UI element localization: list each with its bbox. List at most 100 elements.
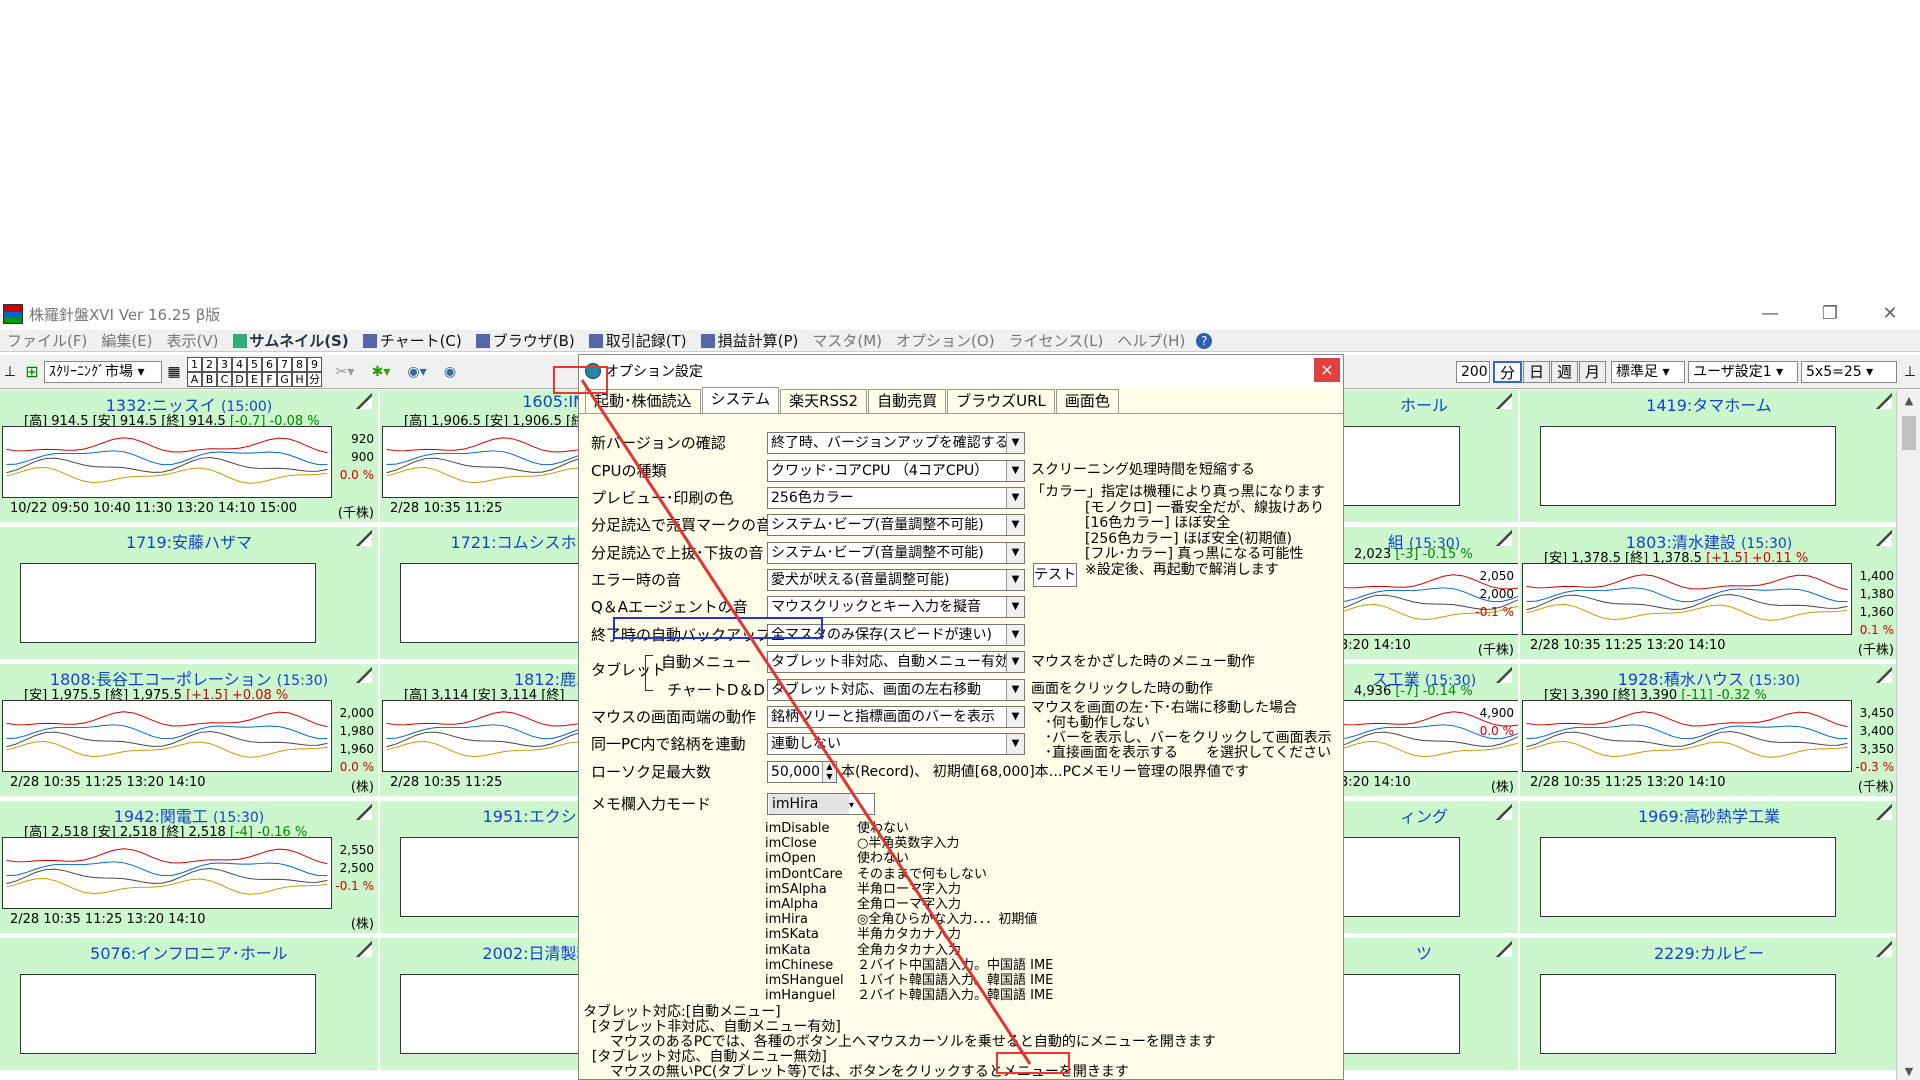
num-key[interactable]: 9	[307, 356, 322, 372]
dropdown-icon[interactable]: ▼	[1006, 707, 1024, 727]
globe-icon[interactable]: ◉▾	[404, 364, 430, 380]
stock-tile[interactable]: 組 (15:30) 2,023 [-3] -0.15 % 2,050 2,000 -0.…	[1330, 527, 1520, 661]
memo-dropdown-icon[interactable]: ▾	[849, 800, 854, 811]
minimize-button[interactable]: —	[1740, 298, 1800, 330]
menu-item-4[interactable]: チャート(C)	[356, 330, 469, 351]
period-button[interactable]: 月	[1578, 360, 1606, 383]
letter-key[interactable]: F	[262, 371, 277, 387]
tab-1[interactable]: システム	[701, 387, 780, 413]
letter-key[interactable]: E	[247, 371, 262, 387]
pin-right-icon[interactable]: ⊥	[1900, 364, 1920, 380]
num-key[interactable]: 2	[202, 356, 217, 372]
menu-item-6[interactable]: 取引記録(T)	[582, 330, 694, 351]
letter-key[interactable]: G	[277, 371, 292, 387]
dropdown-icon[interactable]: ▼	[1006, 597, 1024, 617]
pin-icon[interactable]: ⊥	[0, 364, 20, 380]
menu-item-11[interactable]: ヘルプ(H)	[1110, 330, 1192, 351]
stock-tile[interactable]: 1332:ニッスイ (15:00) [高] 914.5 [安] 914.5 [終]…	[0, 390, 380, 524]
stock-tile[interactable]: ホール	[1330, 390, 1520, 524]
dropdown-icon[interactable]: ▼	[1006, 734, 1024, 754]
num-key[interactable]: 4	[232, 356, 247, 372]
stock-tile[interactable]: 1942:関電工 (15:30) [高] 2,518 [安] 2,518 [終] …	[0, 801, 380, 935]
layout-select[interactable]: 5x5=25 ▾	[1801, 360, 1897, 383]
option-globe-icon[interactable]: ◉	[440, 364, 460, 380]
corner-icon[interactable]	[356, 393, 372, 409]
num-key[interactable]: 8	[292, 356, 307, 372]
letter-key[interactable]: 分	[307, 371, 322, 387]
num-key[interactable]: 7	[277, 356, 292, 372]
corner-icon[interactable]	[1496, 667, 1512, 683]
dialog-close-button[interactable]: ×	[1314, 358, 1340, 382]
dropdown-icon[interactable]: ▼	[1006, 461, 1024, 481]
test-button[interactable]: テスト	[1033, 563, 1077, 587]
setting-select[interactable]: 銘柄ツリーと指標画面のバーを表示 ▼	[767, 706, 1025, 728]
period-button[interactable]: 日	[1522, 360, 1550, 383]
candle-max-input[interactable]: 50,000 ▲ ▼	[767, 761, 837, 783]
corner-icon[interactable]	[1496, 530, 1512, 546]
dropdown-icon[interactable]: ▼	[1006, 488, 1024, 508]
corner-icon[interactable]	[1876, 393, 1892, 409]
vertical-scrollbar[interactable]: ▲ ▼	[1896, 390, 1920, 1080]
corner-icon[interactable]	[356, 667, 372, 683]
scroll-down-icon[interactable]: ▼	[1897, 1065, 1920, 1078]
add-icon[interactable]: ⊞	[20, 362, 44, 381]
memo-mode-select[interactable]: imHira ▾	[767, 793, 875, 815]
corner-icon[interactable]	[1496, 941, 1512, 957]
market-select[interactable]: ｽｸﾘｰﾆﾝｸﾞ市場 ▾	[44, 360, 162, 383]
cut-icon[interactable]: ✂▾	[332, 364, 358, 380]
setting-select[interactable]: タブレット非対応、自動メニュー有効 ▼	[767, 651, 1025, 673]
menu-item-10[interactable]: ライセンス(L)	[1002, 330, 1111, 351]
letter-key[interactable]: A	[187, 371, 202, 387]
grid-icon[interactable]: ▦	[165, 364, 183, 380]
setting-select[interactable]: 終了時、バージョンアップを確認する ▼	[767, 432, 1025, 454]
letter-key[interactable]: C	[217, 371, 232, 387]
stock-tile[interactable]: 1928:積水ハウス (15:30) [安] 3,390 [終] 3,390 [-…	[1520, 664, 1900, 798]
menu-item-8[interactable]: マスタ(M)	[805, 330, 889, 351]
menu-item-1[interactable]: 編集(E)	[94, 330, 159, 351]
dropdown-icon[interactable]: ▼	[1006, 433, 1024, 453]
dropdown-icon[interactable]: ▼	[1006, 543, 1024, 563]
scroll-up-icon[interactable]: ▲	[1897, 394, 1920, 407]
menu-item-9[interactable]: オプション(O)	[889, 330, 1002, 351]
stock-tile[interactable]: 2229:カルビー	[1520, 938, 1900, 1072]
period-count[interactable]: 200	[1455, 360, 1490, 383]
tab-4[interactable]: ブラウズURL	[947, 389, 1055, 413]
corner-icon[interactable]	[1876, 667, 1892, 683]
stock-tile[interactable]: 1419:タマホーム	[1520, 390, 1900, 524]
corner-icon[interactable]	[356, 941, 372, 957]
setting-select[interactable]: システム･ビープ(音量調整不可能) ▼	[767, 514, 1025, 536]
setting-select[interactable]: 256色カラー ▼	[767, 487, 1025, 509]
corner-icon[interactable]	[1876, 804, 1892, 820]
stock-tile[interactable]: ツ	[1330, 938, 1520, 1072]
dropdown-icon[interactable]: ▼	[1006, 570, 1024, 590]
period-button[interactable]: 分	[1492, 360, 1522, 383]
setting-select[interactable]: タブレット対応、画面の左右移動 ▼	[767, 679, 1025, 701]
setting-select[interactable]: マウスクリックとキー入力を擬音 ▼	[767, 596, 1025, 618]
num-key[interactable]: 1	[187, 356, 202, 372]
window-close-button[interactable]: ✕	[1860, 298, 1920, 330]
tab-2[interactable]: 楽天RSS2	[780, 389, 868, 413]
stock-tile[interactable]: 1719:安藤ハザマ	[0, 527, 380, 661]
num-key[interactable]: 6	[262, 356, 277, 372]
stock-tile[interactable]: 5076:インフロニア･ホール	[0, 938, 380, 1072]
period-button[interactable]: 週	[1550, 360, 1578, 383]
setting-select[interactable]: 愛犬が吠える(音量調整可能) ▼	[767, 569, 1025, 591]
dropdown-icon[interactable]: ▼	[1006, 680, 1024, 700]
stock-tile[interactable]: ィング	[1330, 801, 1520, 935]
help-icon[interactable]: ?	[1196, 332, 1213, 349]
restore-button[interactable]: ❐	[1800, 298, 1860, 330]
letter-key[interactable]: D	[232, 371, 247, 387]
menu-item-0[interactable]: ファイル(F)	[0, 330, 94, 351]
corner-icon[interactable]	[1496, 804, 1512, 820]
stock-tile[interactable]: 1803:清水建設 (15:30) [安] 1,378.5 [終] 1,378.5…	[1520, 527, 1900, 661]
letter-key[interactable]: H	[292, 371, 307, 387]
num-key[interactable]: 5	[247, 356, 262, 372]
dropdown-icon[interactable]: ▼	[1006, 515, 1024, 535]
menu-item-7[interactable]: 損益計算(P)	[694, 330, 806, 351]
menu-item-2[interactable]: 表示(V)	[160, 330, 226, 351]
scale-select[interactable]: 標準足 ▾	[1611, 360, 1685, 383]
spinner-icon[interactable]: ▲ ▼	[822, 762, 836, 782]
stock-tile[interactable]: 1969:高砂熱学工業	[1520, 801, 1900, 935]
setting-select[interactable]: 連動しない ▼	[767, 733, 1025, 755]
corner-icon[interactable]	[1496, 393, 1512, 409]
